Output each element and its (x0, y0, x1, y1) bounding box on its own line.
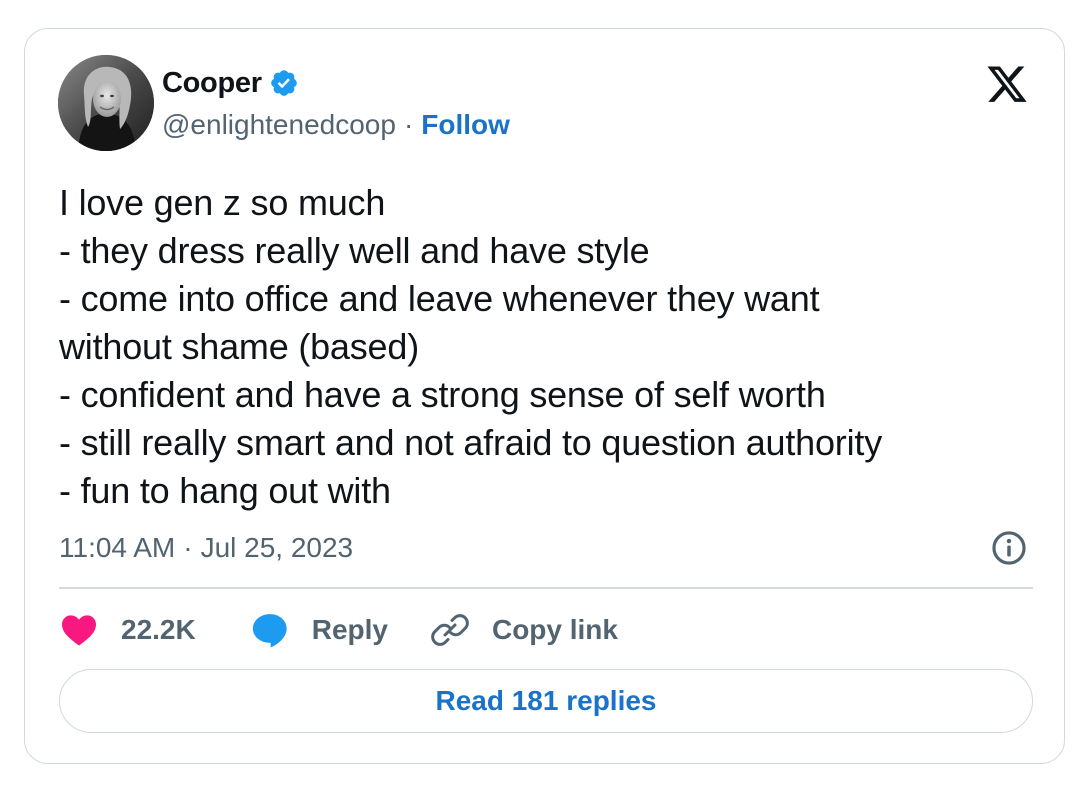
info-icon[interactable] (990, 529, 1028, 567)
tweet-line: - come into office and leave whenever th… (59, 278, 820, 319)
verified-badge-icon (269, 68, 299, 98)
tweet-line: - confident and have a strong sense of s… (59, 374, 826, 415)
tweet-line: I love gen z so much (59, 182, 386, 223)
follow-button[interactable]: Follow (421, 109, 510, 141)
timestamp-separator: · (183, 532, 193, 563)
copy-link-label: Copy link (491, 614, 618, 645)
tweet-card: Cooper @enlightenedcoop · Follow I love … (24, 28, 1065, 764)
handle-row: @enlightenedcoop · Follow (162, 107, 510, 143)
divider (59, 587, 1033, 589)
tweet-line: without shame (based) (59, 326, 419, 367)
tweet-time: 11:04 AM (59, 532, 176, 563)
tweet-line: - fun to hang out with (59, 470, 391, 511)
action-bar: 22.2K Reply Copy link (59, 607, 618, 653)
tweet-line: - still really smart and not afraid to q… (59, 422, 882, 463)
avatar[interactable] (58, 55, 154, 151)
like-button[interactable]: 22.2K (59, 610, 196, 650)
link-icon (430, 610, 470, 650)
reply-label: Reply (311, 614, 388, 645)
heart-icon (59, 610, 99, 650)
like-count: 22.2K (121, 614, 196, 645)
read-replies-button[interactable]: Read 181 replies (59, 669, 1033, 733)
x-logo-icon[interactable] (985, 66, 1029, 106)
avatar-photo (58, 55, 154, 151)
speech-bubble-icon (250, 610, 290, 650)
tweet-date: Jul 25, 2023 (200, 532, 354, 563)
tweet-text: I love gen z so much - they dress really… (59, 179, 1039, 515)
author-handle[interactable]: @enlightenedcoop (162, 109, 396, 141)
reply-button[interactable]: Reply (250, 610, 388, 650)
tweet-timestamp[interactable]: 11:04 AM · Jul 25, 2023 (59, 528, 353, 568)
tweet-line: - they dress really well and have style (59, 230, 650, 271)
author-name-row: Cooper (162, 65, 299, 101)
handle-separator: · (403, 109, 414, 140)
copy-link-button[interactable]: Copy link (430, 610, 618, 650)
author-name[interactable]: Cooper (162, 67, 262, 100)
